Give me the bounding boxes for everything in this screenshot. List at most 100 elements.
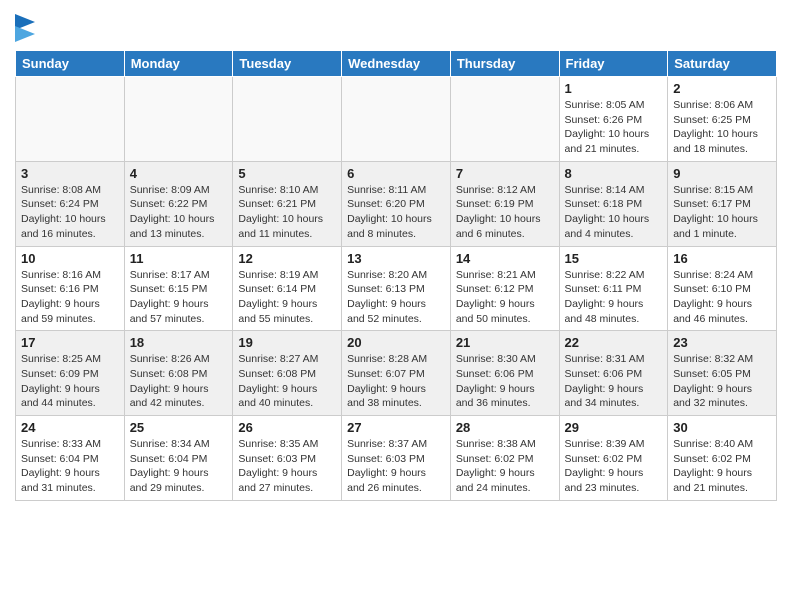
calendar-cell [342,77,451,162]
day-info: Sunrise: 8:22 AM Sunset: 6:11 PM Dayligh… [565,268,663,327]
day-number: 21 [456,335,554,350]
day-number: 28 [456,420,554,435]
calendar-cell: 21 Sunrise: 8:30 AM Sunset: 6:06 PM Dayli… [450,331,559,416]
calendar-header-tuesday: Tuesday [233,51,342,77]
day-number: 16 [673,251,771,266]
day-info: Sunrise: 8:30 AM Sunset: 6:06 PM Dayligh… [456,352,554,411]
calendar-header-friday: Friday [559,51,668,77]
calendar-cell: 7 Sunrise: 8:12 AM Sunset: 6:19 PM Daylig… [450,161,559,246]
calendar-cell: 28 Sunrise: 8:38 AM Sunset: 6:02 PM Dayli… [450,416,559,501]
logo-icon [15,14,35,42]
calendar-cell: 23Sunrise: 8:32 AM Sunset: 6:05 PM Dayli… [668,331,777,416]
day-number: 6 [347,166,445,181]
day-number: 10 [21,251,119,266]
day-number: 1 [565,81,663,96]
calendar-cell: 26 Sunrise: 8:35 AM Sunset: 6:03 PM Dayli… [233,416,342,501]
calendar-cell: 8 Sunrise: 8:14 AM Sunset: 6:18 PM Daylig… [559,161,668,246]
day-number: 22 [565,335,663,350]
day-number: 19 [238,335,336,350]
day-info: Sunrise: 8:40 AM Sunset: 6:02 PM Dayligh… [673,437,771,496]
calendar-cell: 13 Sunrise: 8:20 AM Sunset: 6:13 PM Dayli… [342,246,451,331]
day-info: Sunrise: 8:35 AM Sunset: 6:03 PM Dayligh… [238,437,336,496]
calendar-header-saturday: Saturday [668,51,777,77]
day-info: Sunrise: 8:33 AM Sunset: 6:04 PM Dayligh… [21,437,119,496]
day-number: 4 [130,166,228,181]
day-number: 17 [21,335,119,350]
day-number: 13 [347,251,445,266]
day-number: 14 [456,251,554,266]
calendar-cell: 24 Sunrise: 8:33 AM Sunset: 6:04 PM Dayli… [16,416,125,501]
day-info: Sunrise: 8:16 AM Sunset: 6:16 PM Dayligh… [21,268,119,327]
day-number: 30 [673,420,771,435]
calendar-cell [233,77,342,162]
calendar-cell: 2 Sunrise: 8:06 AM Sunset: 6:25 PM Daylig… [668,77,777,162]
day-info: Sunrise: 8:27 AM Sunset: 6:08 PM Dayligh… [238,352,336,411]
day-number: 7 [456,166,554,181]
calendar-cell: 9 Sunrise: 8:15 AM Sunset: 6:17 PM Daylig… [668,161,777,246]
day-number: 3 [21,166,119,181]
logo [15,14,39,42]
day-number: 25 [130,420,228,435]
day-number: 11 [130,251,228,266]
calendar-cell: 17 Sunrise: 8:25 AM Sunset: 6:09 PM Dayli… [16,331,125,416]
day-number: 26 [238,420,336,435]
calendar-header-thursday: Thursday [450,51,559,77]
day-info: Sunrise: 8:25 AM Sunset: 6:09 PM Dayligh… [21,352,119,411]
day-info: Sunrise: 8:20 AM Sunset: 6:13 PM Dayligh… [347,268,445,327]
day-info: Sunrise: 8:06 AM Sunset: 6:25 PM Dayligh… [673,98,771,157]
day-info: Sunrise: 8:28 AM Sunset: 6:07 PM Dayligh… [347,352,445,411]
day-number: 9 [673,166,771,181]
day-number: 29 [565,420,663,435]
calendar-header-wednesday: Wednesday [342,51,451,77]
day-info: Sunrise: 8:19 AM Sunset: 6:14 PM Dayligh… [238,268,336,327]
day-number: 24 [21,420,119,435]
calendar-cell: 20 Sunrise: 8:28 AM Sunset: 6:07 PM Dayli… [342,331,451,416]
calendar-cell: 14 Sunrise: 8:21 AM Sunset: 6:12 PM Dayli… [450,246,559,331]
calendar-cell: 27Sunrise: 8:37 AM Sunset: 6:03 PM Dayli… [342,416,451,501]
calendar-week-5: 24 Sunrise: 8:33 AM Sunset: 6:04 PM Dayli… [16,416,777,501]
header [15,10,777,42]
day-info: Sunrise: 8:09 AM Sunset: 6:22 PM Dayligh… [130,183,228,242]
day-info: Sunrise: 8:15 AM Sunset: 6:17 PM Dayligh… [673,183,771,242]
calendar-cell: 6 Sunrise: 8:11 AM Sunset: 6:20 PM Daylig… [342,161,451,246]
day-info: Sunrise: 8:14 AM Sunset: 6:18 PM Dayligh… [565,183,663,242]
calendar-cell: 15 Sunrise: 8:22 AM Sunset: 6:11 PM Dayli… [559,246,668,331]
calendar-week-2: 3 Sunrise: 8:08 AM Sunset: 6:24 PM Daylig… [16,161,777,246]
page-container: SundayMondayTuesdayWednesdayThursdayFrid… [0,0,792,506]
calendar-header-monday: Monday [124,51,233,77]
day-info: Sunrise: 8:11 AM Sunset: 6:20 PM Dayligh… [347,183,445,242]
day-info: Sunrise: 8:17 AM Sunset: 6:15 PM Dayligh… [130,268,228,327]
day-number: 8 [565,166,663,181]
day-info: Sunrise: 8:12 AM Sunset: 6:19 PM Dayligh… [456,183,554,242]
calendar-week-1: 1Sunrise: 8:05 AM Sunset: 6:26 PM Daylig… [16,77,777,162]
day-info: Sunrise: 8:08 AM Sunset: 6:24 PM Dayligh… [21,183,119,242]
calendar-cell [16,77,125,162]
day-number: 5 [238,166,336,181]
calendar-cell: 11 Sunrise: 8:17 AM Sunset: 6:15 PM Dayli… [124,246,233,331]
day-info: Sunrise: 8:10 AM Sunset: 6:21 PM Dayligh… [238,183,336,242]
day-info: Sunrise: 8:38 AM Sunset: 6:02 PM Dayligh… [456,437,554,496]
day-number: 20 [347,335,445,350]
calendar-cell: 12Sunrise: 8:19 AM Sunset: 6:14 PM Dayli… [233,246,342,331]
day-info: Sunrise: 8:39 AM Sunset: 6:02 PM Dayligh… [565,437,663,496]
calendar-cell: 10 Sunrise: 8:16 AM Sunset: 6:16 PM Dayli… [16,246,125,331]
day-info: Sunrise: 8:31 AM Sunset: 6:06 PM Dayligh… [565,352,663,411]
day-info: Sunrise: 8:24 AM Sunset: 6:10 PM Dayligh… [673,268,771,327]
calendar-cell: 22 Sunrise: 8:31 AM Sunset: 6:06 PM Dayli… [559,331,668,416]
calendar-header-row: SundayMondayTuesdayWednesdayThursdayFrid… [16,51,777,77]
calendar-cell: 3 Sunrise: 8:08 AM Sunset: 6:24 PM Daylig… [16,161,125,246]
day-number: 27 [347,420,445,435]
calendar-week-3: 10 Sunrise: 8:16 AM Sunset: 6:16 PM Dayli… [16,246,777,331]
day-info: Sunrise: 8:26 AM Sunset: 6:08 PM Dayligh… [130,352,228,411]
calendar-cell [124,77,233,162]
day-number: 2 [673,81,771,96]
calendar-cell: 18 Sunrise: 8:26 AM Sunset: 6:08 PM Dayli… [124,331,233,416]
calendar-header-sunday: Sunday [16,51,125,77]
day-number: 15 [565,251,663,266]
calendar-cell [450,77,559,162]
day-info: Sunrise: 8:21 AM Sunset: 6:12 PM Dayligh… [456,268,554,327]
calendar-cell: 29 Sunrise: 8:39 AM Sunset: 6:02 PM Dayli… [559,416,668,501]
calendar-cell: 30 Sunrise: 8:40 AM Sunset: 6:02 PM Dayli… [668,416,777,501]
day-number: 18 [130,335,228,350]
day-info: Sunrise: 8:32 AM Sunset: 6:05 PM Dayligh… [673,352,771,411]
